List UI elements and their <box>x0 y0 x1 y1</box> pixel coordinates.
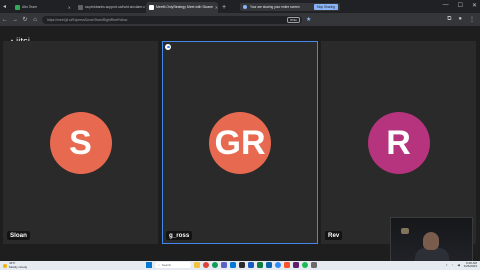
close-tab-icon[interactable]: ✕ <box>68 2 71 13</box>
windows-start-icon[interactable] <box>146 262 152 268</box>
settings-icon[interactable] <box>311 262 317 268</box>
person-head <box>423 232 439 250</box>
weather-widget[interactable]: 43°F Mostly cloudy <box>3 262 27 268</box>
participant-name: Rev <box>325 231 343 240</box>
close-tab-icon[interactable]: ✕ <box>215 2 218 13</box>
participant-name: Sloan <box>7 231 30 240</box>
share-notice-text: Your are sharing your entire screen <box>250 5 300 9</box>
avatar: GR <box>209 112 271 174</box>
avatar-initials: GR <box>214 123 266 162</box>
avatar-initials: S <box>69 123 92 162</box>
tab-2-label: sa.pinkbanks.support.ca/hold.sinclaire.c… <box>85 5 145 9</box>
close-window-icon[interactable]: ✕ <box>472 2 477 9</box>
taskbar-apps: ⌕ Search <box>146 262 317 268</box>
participant-name: g_ross <box>166 231 193 240</box>
avatar: R <box>367 112 430 174</box>
teams-icon[interactable] <box>221 262 227 268</box>
back-icon[interactable]: ← <box>0 17 10 23</box>
tab-favicon <box>15 5 20 10</box>
minimize-icon[interactable]: — <box>443 2 449 9</box>
forward-icon[interactable]: → <box>10 17 20 23</box>
taskbar: 43°F Mostly cloudy ⌕ Search ˄ ◔ ◀ 9:28 A… <box>0 261 480 270</box>
outlook-icon[interactable] <box>266 262 272 268</box>
address-bar[interactable]: https://meet.jit.si/ExpressScrumTeamRigh… <box>42 15 302 24</box>
taskbar-search[interactable]: ⌕ Search <box>155 262 191 268</box>
search-placeholder: Search <box>161 263 172 267</box>
person-body <box>415 248 449 261</box>
screen-share-icon <box>243 5 247 9</box>
weather-desc: Mostly cloudy <box>9 264 28 269</box>
file-explorer-icon[interactable] <box>194 262 200 268</box>
zoom-icon[interactable] <box>275 262 281 268</box>
tab-3[interactable]: MeetIt.OnlyStrategy Meet with Sloane ✕ <box>146 2 218 13</box>
speaker-icon[interactable]: ◀ <box>457 263 459 267</box>
clock[interactable]: 9:28 AM 1/26/2023 <box>463 261 477 269</box>
kebab-menu-icon[interactable]: ⋮ <box>469 16 475 23</box>
edge-icon[interactable] <box>212 262 218 268</box>
dominant-speaker-icon <box>165 44 171 50</box>
tab-2[interactable]: sa.pinkbanks.support.ca/hold.sinclaire.c… <box>75 2 145 13</box>
puzzle-icon[interactable]: ⧉ <box>447 16 451 23</box>
stop-sharing-button[interactable]: Stop Sharing <box>313 4 338 10</box>
tab-1[interactable]: Alto Team ✕ <box>12 2 74 13</box>
tab-favicon <box>78 5 83 10</box>
participant-tile-g-ross[interactable]: GR g_ross <box>162 41 318 244</box>
tab-3-label: MeetIt.OnlyStrategy Meet with Sloane <box>156 5 213 9</box>
avatar-initials: R <box>386 123 411 162</box>
mail-icon[interactable] <box>230 262 236 268</box>
self-view-video[interactable] <box>390 217 473 262</box>
omnibox-badge[interactable]: Write <box>287 16 300 23</box>
system-tray: ˄ ◔ ◀ 9:28 AM 1/26/2023 <box>446 261 477 269</box>
clock-date: 1/26/2023 <box>463 264 477 269</box>
background-lamp <box>401 228 409 234</box>
chevron-up-icon[interactable]: ˄ <box>446 263 448 267</box>
participant-tile-rev[interactable]: R Rev <box>321 41 476 244</box>
new-tab-button[interactable]: + <box>222 4 226 11</box>
home-icon[interactable]: ⌂ <box>30 17 40 23</box>
brave-icon[interactable] <box>284 262 290 268</box>
maximize-icon[interactable]: ☐ <box>458 2 463 9</box>
spotify-icon[interactable] <box>302 262 308 268</box>
slack-icon[interactable] <box>293 262 299 268</box>
tab-search-icon[interactable]: ◂ <box>3 4 9 10</box>
store-icon[interactable] <box>239 262 245 268</box>
profile-icon[interactable]: ● <box>458 16 462 23</box>
screen-share-notice: Your are sharing your entire screen Stop… <box>240 3 340 11</box>
participant-tile-sloan[interactable]: S Sloan <box>3 41 158 244</box>
wifi-icon[interactable]: ◔ <box>452 263 454 267</box>
browser-toolbar: ← → ↻ ⌂ https://meet.jit.si/ExpressScrum… <box>0 13 480 26</box>
excel-icon[interactable] <box>257 262 263 268</box>
window-controls: — ☐ ✕ <box>443 2 477 9</box>
tab-1-label: Alto Team <box>22 5 38 9</box>
chrome-icon[interactable] <box>203 262 209 268</box>
avatar: S <box>49 112 112 174</box>
reload-icon[interactable]: ↻ <box>20 16 30 23</box>
search-icon: ⌕ <box>158 263 160 267</box>
weather-icon <box>3 263 7 268</box>
star-icon[interactable]: ★ <box>306 16 311 23</box>
word-icon[interactable] <box>248 262 254 268</box>
tab-favicon <box>149 5 154 10</box>
url-text: https://meet.jit.si/ExpressScrumTeamRigh… <box>47 17 128 22</box>
